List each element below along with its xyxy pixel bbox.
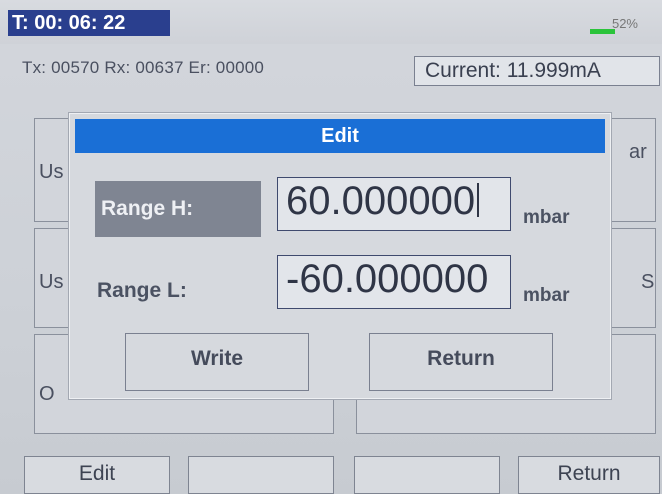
range-h-label[interactable]: Range H: [95, 181, 261, 237]
write-button[interactable]: Write [125, 333, 309, 391]
softkey-return[interactable]: Return [518, 456, 660, 494]
range-h-input[interactable]: 60.000000 [277, 177, 511, 231]
range-h-unit: mbar [523, 207, 570, 228]
comm-counters: Tx: 00570 Rx: 00637 Er: 00000 [22, 58, 265, 77]
battery-indicator: 52% [590, 16, 640, 34]
range-l-value: -60.000000 [286, 257, 489, 301]
softkey-3[interactable] [354, 456, 500, 494]
panel-label: ar [629, 141, 647, 163]
panel-label: Us [39, 271, 64, 293]
edit-dialog: Edit Range H: 60.000000 mbar Range L: -6… [68, 112, 612, 400]
range-h-value: 60.000000 [286, 179, 476, 223]
panel-label: Us [39, 161, 64, 183]
range-l-label[interactable]: Range L: [97, 279, 187, 303]
softkey-2[interactable] [188, 456, 334, 494]
communication-status-line: Tx: 00570 Rx: 00637 Er: 00000 Current: 1… [0, 50, 662, 90]
dialog-title: Edit [75, 119, 605, 153]
current-readout: Current: 11.999mA [414, 56, 660, 86]
device-screen: T: 00: 06: 22 52% Tx: 00570 Rx: 00637 Er… [0, 0, 662, 494]
range-l-input[interactable]: -60.000000 [277, 255, 511, 309]
panel-label: S [641, 271, 655, 293]
softkey-edit[interactable]: Edit [24, 456, 170, 494]
panel-label: O [39, 383, 55, 405]
text-cursor [477, 183, 480, 218]
status-bar: T: 00: 06: 22 52% [0, 0, 662, 44]
elapsed-timer: T: 00: 06: 22 [8, 10, 170, 36]
return-button[interactable]: Return [369, 333, 553, 391]
battery-percent: 52% [611, 16, 638, 31]
range-l-unit: mbar [523, 285, 570, 306]
